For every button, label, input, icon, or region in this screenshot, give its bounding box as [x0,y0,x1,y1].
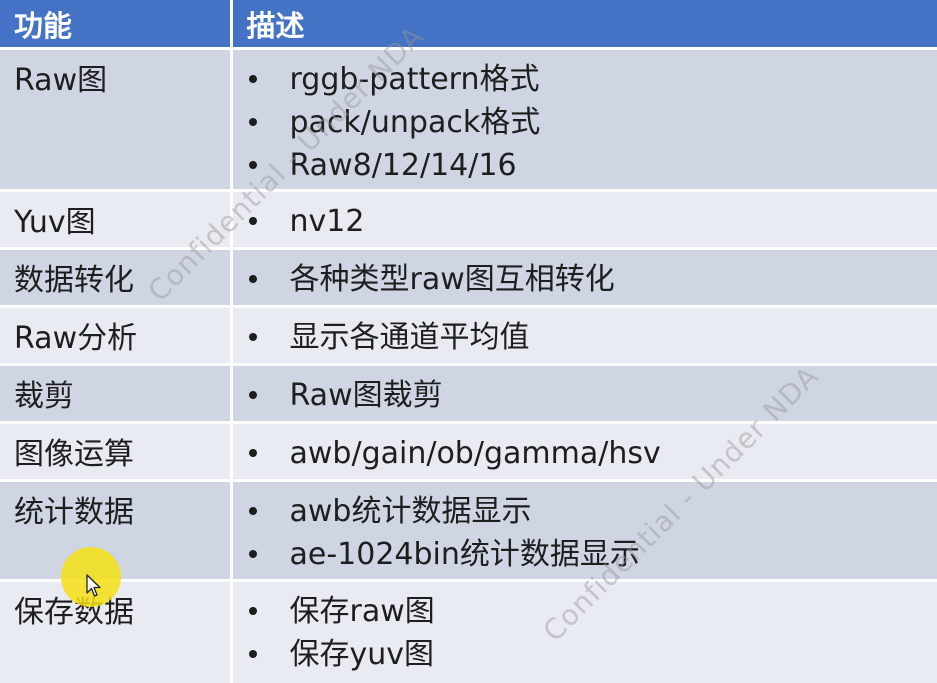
bullet-text: Raw图裁剪 [289,378,443,413]
bullet-item: rggb-pattern格式 [233,58,937,101]
bullet-list: 保存raw图 保存yuv图 [233,590,937,676]
bullet-list: Raw图裁剪 [233,374,937,417]
column-header-feature: 功能 [0,0,233,50]
description-cell: Raw图裁剪 [231,364,937,424]
description-cell: 各种类型raw图互相转化 [231,248,937,308]
table-row: 保存数据 保存raw图 保存yuv图 [0,580,937,683]
bullet-dot-icon [248,118,257,126]
description-cell: nv12 [231,190,937,250]
bullet-dot-icon [248,333,257,341]
description-cell: rggb-pattern格式 pack/unpack格式 Raw8/12/14/16 [231,48,937,192]
table-row: Raw图 rggb-pattern格式 pack/unpack格式 Raw8/12/1… [0,48,937,192]
bullet-text: rggb-pattern格式 [289,62,540,97]
bullet-dot-icon [248,217,257,225]
bullet-text: awb/gain/ob/gamma/hsv [289,436,661,471]
bullet-item: Raw8/12/14/16 [233,144,937,187]
bullet-text: Raw8/12/14/16 [289,148,517,183]
mouse-pointer-icon [86,574,101,597]
bullet-dot-icon [248,275,257,283]
bullet-list: nv12 [233,200,937,243]
bullet-text: 保存raw图 [289,594,435,629]
bullet-list: 各种类型raw图互相转化 [233,258,937,301]
bullet-item: 保存yuv图 [233,633,937,676]
table-row: Yuv图 nv12 [0,190,937,250]
description-cell: 保存raw图 保存yuv图 [231,580,937,683]
feature-table: 功能 描述 Raw图 rggb-pattern格式 pack/unpack格式 Raw… [0,0,937,683]
bullet-item: 显示各通道平均值 [233,316,937,359]
table-row: 数据转化 各种类型raw图互相转化 [0,248,937,308]
bullet-text: 保存yuv图 [289,637,435,672]
bullet-item: awb统计数据显示 [233,490,937,533]
feature-cell: 裁剪 [0,364,233,424]
bullet-text: pack/unpack格式 [289,105,541,140]
table-row: Raw分析 显示各通道平均值 [0,306,937,366]
bullet-text: ae-1024bin统计数据显示 [289,537,640,572]
bullet-item: pack/unpack格式 [233,101,937,144]
bullet-text: nv12 [289,204,365,239]
bullet-text: 显示各通道平均值 [289,320,530,355]
bullet-dot-icon [248,391,257,399]
bullet-item: awb/gain/ob/gamma/hsv [233,432,937,475]
table-header-row: 功能 描述 [0,0,937,50]
slide: 功能 描述 Raw图 rggb-pattern格式 pack/unpack格式 Raw… [0,0,937,683]
bullet-text: awb统计数据显示 [289,494,532,529]
bullet-dot-icon [248,449,257,457]
feature-cell: 保存数据 [0,580,233,683]
bullet-dot-icon [248,507,257,515]
bullet-dot-icon [248,607,257,615]
bullet-dot-icon [248,75,257,83]
feature-cell: Yuv图 [0,190,233,250]
bullet-list: rggb-pattern格式 pack/unpack格式 Raw8/12/14/16 [233,58,937,187]
description-cell: 显示各通道平均值 [231,306,937,366]
bullet-dot-icon [248,550,257,558]
bullet-list: awb统计数据显示 ae-1024bin统计数据显示 [233,490,937,576]
bullet-item: Raw图裁剪 [233,374,937,417]
feature-cell: Raw分析 [0,306,233,366]
bullet-dot-icon [248,161,257,169]
bullet-list: 显示各通道平均值 [233,316,937,359]
bullet-dot-icon [248,650,257,658]
bullet-text: 各种类型raw图互相转化 [289,262,615,297]
description-cell: awb统计数据显示 ae-1024bin统计数据显示 [231,480,937,582]
table-row: 裁剪 Raw图裁剪 [0,364,937,424]
feature-cell: 图像运算 [0,422,233,482]
bullet-item: 保存raw图 [233,590,937,633]
table-body: Raw图 rggb-pattern格式 pack/unpack格式 Raw8/12/1… [0,48,937,683]
bullet-item: nv12 [233,200,937,243]
bullet-item: ae-1024bin统计数据显示 [233,533,937,576]
description-cell: awb/gain/ob/gamma/hsv [231,422,937,482]
table-row: 图像运算 awb/gain/ob/gamma/hsv [0,422,937,482]
bullet-item: 各种类型raw图互相转化 [233,258,937,301]
table-row: 统计数据 awb统计数据显示 ae-1024bin统计数据显示 [0,480,937,582]
feature-cell: Raw图 [0,48,233,192]
bullet-list: awb/gain/ob/gamma/hsv [233,432,937,475]
feature-cell: 数据转化 [0,248,233,308]
column-header-description: 描述 [231,0,937,50]
